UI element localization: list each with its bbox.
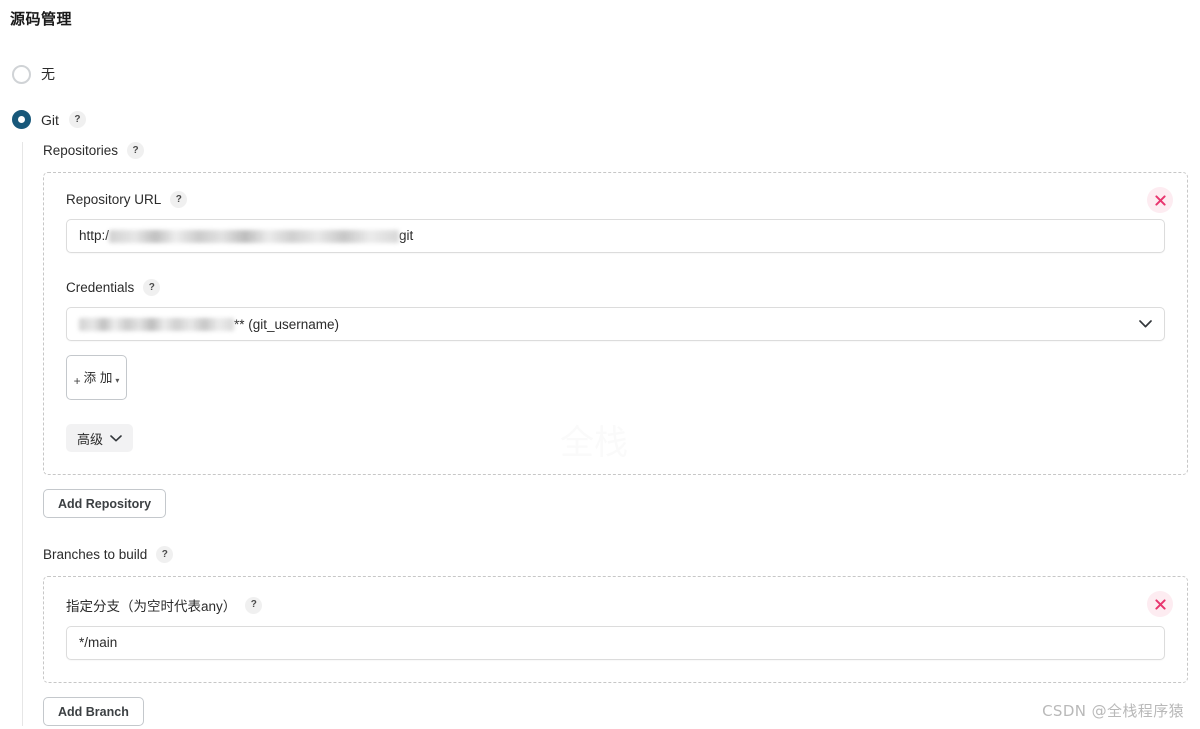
csdn-watermark: CSDN @全栈程序猿 <box>1042 702 1184 720</box>
delete-repository-button[interactable] <box>1147 187 1173 213</box>
repository-url-redacted <box>109 229 400 243</box>
radio-none[interactable] <box>12 64 31 84</box>
close-icon <box>1154 598 1166 610</box>
help-icon-branch-specifier[interactable]: ? <box>245 596 263 614</box>
credentials-label: Credentials <box>66 280 135 295</box>
branch-block: 指定分支（为空时代表any） ? */main <box>43 576 1188 683</box>
credentials-value-suffix: ** (git_username) <box>234 316 340 332</box>
advanced-label: 高级 <box>77 432 104 448</box>
repository-url-value-suffix: git <box>399 228 414 243</box>
help-icon-repositories[interactable]: ? <box>127 142 145 159</box>
branch-specifier-input[interactable]: */main <box>66 626 1165 660</box>
radio-none-label: 无 <box>41 66 55 82</box>
add-credentials-button[interactable]: + 添 加 ▾ <box>66 355 127 400</box>
radio-git-label: Git <box>41 111 59 128</box>
add-credentials-label-line1: 添 <box>83 370 97 385</box>
scm-option-none[interactable]: 无 <box>12 64 55 84</box>
repository-block: Repository URL ? http:/ git Credentials … <box>43 172 1188 475</box>
repositories-label: Repositories <box>43 143 119 158</box>
help-icon-branches[interactable]: ? <box>156 546 174 563</box>
add-credentials-label-line2: 加 <box>99 370 113 385</box>
help-icon-credentials[interactable]: ? <box>143 279 161 296</box>
repositories-label-row: Repositories ? <box>43 142 1188 159</box>
radio-git[interactable] <box>12 110 31 129</box>
branch-specifier-label-row: 指定分支（为空时代表any） ? <box>66 595 1165 615</box>
credentials-select-wrap: ** (git_username) <box>66 307 1165 341</box>
plus-icon: + <box>73 373 81 388</box>
git-settings-section: Repositories ? Repository URL ? http:/ g… <box>22 142 1188 726</box>
add-branch-button[interactable]: Add Branch <box>43 697 144 726</box>
chevron-down-icon-advanced <box>110 431 122 446</box>
credentials-redacted <box>79 317 234 331</box>
repository-url-input[interactable]: http:/ git <box>66 219 1165 253</box>
branches-label-row: Branches to build ? <box>43 546 1188 563</box>
help-icon-git[interactable]: ? <box>68 111 86 128</box>
credentials-select[interactable]: ** (git_username) <box>66 307 1165 341</box>
branch-specifier-label: 指定分支（为空时代表any） <box>66 599 237 614</box>
page-title: 源码管理 <box>10 11 73 28</box>
add-credentials-label: 添 加 <box>84 370 113 385</box>
branches-to-build-label: Branches to build <box>43 547 148 562</box>
repository-url-label-row: Repository URL ? <box>66 191 1165 208</box>
repository-url-value-prefix: http:/ <box>79 228 110 243</box>
add-repository-button[interactable]: Add Repository <box>43 489 167 518</box>
delete-branch-button[interactable] <box>1147 591 1173 617</box>
repository-url-label: Repository URL <box>66 192 162 207</box>
credentials-label-row: Credentials ? <box>66 279 1165 296</box>
advanced-button[interactable]: 高级 <box>66 424 134 452</box>
help-icon-repository-url[interactable]: ? <box>170 191 188 208</box>
close-icon <box>1154 194 1166 206</box>
scm-option-git[interactable]: Git ? <box>12 110 86 129</box>
caret-down-icon-add-credentials: ▾ <box>115 375 120 385</box>
